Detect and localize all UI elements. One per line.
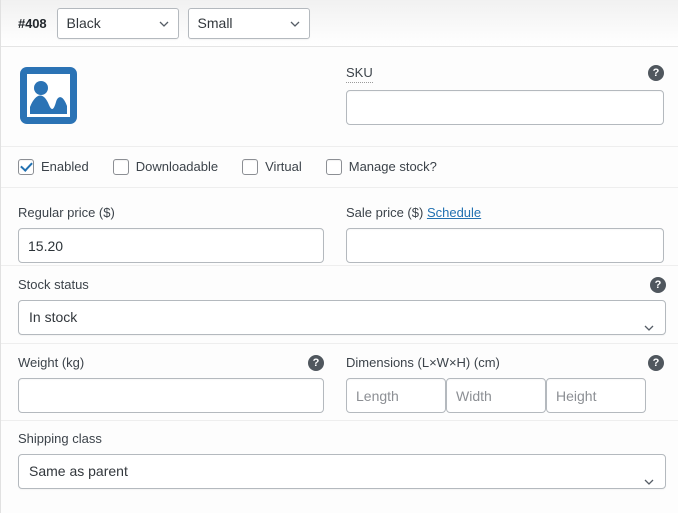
checkbox-virtual-box[interactable] [242, 158, 259, 175]
dimension-width-input[interactable] [446, 378, 546, 413]
variation-id: #408 [18, 15, 47, 31]
sale-price-cell: Sale price ($) Schedule [346, 205, 664, 263]
checkbox-enabled-label: Enabled [41, 159, 89, 174]
variation-header: #408 Black Small [1, 0, 678, 47]
weight-label: Weight (kg) [18, 355, 85, 370]
shipping-class-cell: Shipping class Same as parent [18, 431, 666, 489]
checkbox-enabled-box[interactable] [18, 158, 34, 175]
attribute-select-color[interactable]: Black [56, 7, 179, 39]
dimensions-fields [346, 378, 664, 413]
shipping-class-row: Shipping class Same as parent [1, 421, 678, 489]
stock-status-cell: Stock status ? In stock [18, 277, 666, 335]
dimensions-help-icon[interactable]: ? [648, 355, 664, 371]
regular-price-label: Regular price ($) [18, 205, 115, 220]
weight-cell: Weight (kg) ? [18, 355, 346, 413]
stock-status-row: Stock status ? In stock [1, 266, 678, 343]
variation-image-cell [18, 65, 346, 132]
sale-price-label: Sale price ($) Schedule [346, 205, 664, 221]
dimensions-cell: Dimensions (L×W×H) (cm) ? [346, 355, 664, 413]
sku-input[interactable] [346, 90, 664, 125]
weight-input[interactable] [18, 378, 324, 413]
shipping-class-select[interactable]: Same as parent [18, 454, 666, 489]
attribute-select-size-wrap: Small [187, 7, 310, 39]
sku-cell: SKU ? [346, 65, 664, 132]
shipping-class-label: Shipping class [18, 431, 102, 446]
dimensions-label: Dimensions (L×W×H) (cm) [346, 355, 500, 370]
checkbox-downloadable-box[interactable] [112, 158, 129, 175]
dimension-length-input[interactable] [346, 378, 446, 413]
checkbox-downloadable-label: Downloadable [135, 159, 219, 174]
checkbox-manage-stock[interactable]: Manage stock? [325, 158, 437, 175]
sku-label: SKU [346, 65, 373, 83]
dimension-height-input[interactable] [546, 378, 646, 413]
shipping-dimensions-row: Weight (kg) ? Dimensions (L×W×H) (cm) ? [1, 344, 678, 420]
checkbox-downloadable[interactable]: Downloadable [112, 158, 219, 175]
stock-status-label: Stock status [18, 277, 89, 292]
weight-help-icon[interactable]: ? [308, 355, 324, 371]
attribute-select-color-wrap: Black [56, 7, 179, 39]
stock-status-help-icon[interactable]: ? [650, 277, 666, 293]
product-variation-panel: #408 Black Small SKU ? Enabled Downloada… [0, 0, 678, 513]
checkbox-virtual-label: Virtual [265, 159, 302, 174]
sale-price-input[interactable] [346, 228, 664, 263]
stock-status-select-wrap: In stock [18, 300, 666, 335]
shipping-class-select-wrap: Same as parent [18, 454, 666, 489]
image-sku-row: SKU ? [1, 47, 678, 147]
variation-flags-row: Enabled Downloadable Virtual Manage stoc… [1, 147, 678, 188]
checkbox-enabled[interactable]: Enabled [18, 158, 89, 175]
sku-help-icon[interactable]: ? [648, 65, 664, 81]
checkbox-virtual[interactable]: Virtual [242, 158, 302, 175]
stock-status-select[interactable]: In stock [18, 300, 666, 335]
regular-price-input[interactable] [18, 228, 324, 263]
attribute-select-size[interactable]: Small [187, 7, 310, 39]
sale-price-label-text: Sale price ($) [346, 205, 424, 220]
sale-price-schedule-link[interactable]: Schedule [427, 205, 481, 220]
pricing-row: Regular price ($) Sale price ($) Schedul… [1, 188, 678, 265]
regular-price-cell: Regular price ($) [18, 205, 346, 263]
checkbox-manage-stock-box[interactable] [325, 158, 342, 175]
variation-body: SKU ? Enabled Downloadable Virtual Manag… [1, 47, 678, 513]
checkbox-manage-stock-label: Manage stock? [348, 159, 437, 174]
placeholder-image-icon[interactable] [18, 65, 79, 126]
